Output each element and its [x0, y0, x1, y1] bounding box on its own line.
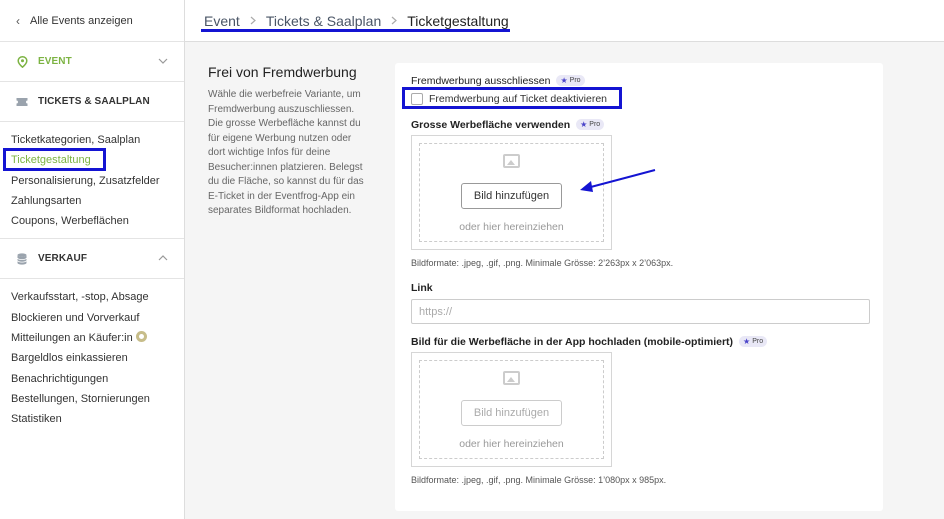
pro-badge-label: Pro [589, 121, 601, 128]
ticket-icon [16, 96, 28, 108]
database-icon [16, 253, 28, 265]
pro-badge-label: Pro [752, 338, 764, 345]
add-app-image-button[interactable]: Bild hinzufügen [460, 400, 563, 426]
add-image-button[interactable]: Bild hinzufügen [460, 183, 563, 209]
sidebar-item-bestellungen[interactable]: Bestellungen, Stornierungen [0, 389, 184, 409]
large-ad-label-text: Grosse Werbefläche verwenden [411, 119, 571, 131]
drop-hint: oder hier hereinziehen [459, 438, 564, 450]
app-ad-label-text: Bild für die Werbefläche in der App hoch… [411, 336, 734, 348]
annotation-highlight-checkbox [402, 87, 622, 109]
section-description: Wähle die werbefreie Variante, um Fremdw… [208, 89, 364, 216]
app-ad-formats-hint: Bildformate: .jpeg, .gif, .png. Minimale… [411, 475, 667, 485]
main-content: Frei von Fremdwerbung Wähle die werbefre… [185, 42, 944, 519]
star-icon: ★ [580, 120, 588, 129]
sidebar-item-blockieren[interactable]: Blockieren und Vorverkauf [0, 308, 184, 328]
sidebar-item-verkaufsstart[interactable]: Verkaufsstart, -stop, Absage [0, 287, 184, 307]
section-verkauf[interactable]: VERKAUF [0, 239, 184, 280]
sidebar-item-statistiken[interactable]: Statistiken [0, 409, 184, 429]
location-pin-icon [16, 55, 28, 68]
sidebar-item-personalisierung[interactable]: Personalisierung, Zusatzfelder [0, 171, 184, 191]
pro-badge-icon [135, 331, 147, 343]
chevron-right-icon [391, 14, 398, 28]
exclude-ads-label-text: Fremdwerbung ausschliessen [411, 75, 551, 87]
pro-badge: ★ Pro [576, 119, 605, 130]
sidebar-item-coupons[interactable]: Coupons, Werbeflächen [0, 211, 184, 231]
app-ad-dropzone[interactable]: Bild hinzufügen oder hier hereinziehen [411, 352, 612, 467]
chevron-down-icon [158, 56, 168, 67]
section-tickets[interactable]: TICKETS & SAALPLAN [0, 82, 184, 122]
back-link-label: Alle Events anzeigen [30, 14, 133, 27]
exclude-ads-label: Fremdwerbung ausschliessen ★ Pro [411, 75, 585, 87]
breadcrumb-tickets[interactable]: Tickets & Saalplan [266, 13, 381, 29]
pro-badge: ★ Pro [556, 75, 585, 86]
annotation-arrow-icon [580, 169, 656, 192]
large-ad-label: Grosse Werbefläche verwenden ★ Pro [411, 119, 605, 131]
settings-card: Fremdwerbung ausschliessen ★ Pro Fremdwerb… [395, 63, 883, 511]
image-icon [503, 371, 520, 385]
sidebar-item-benachrichtigungen[interactable]: Benachrichtigungen [0, 369, 184, 389]
image-icon [503, 154, 520, 168]
section-title: Frei von Fremdwerbung [208, 64, 357, 80]
section-event-label: EVENT [38, 56, 72, 67]
section-event[interactable]: EVENT [0, 42, 184, 82]
star-icon: ★ [743, 337, 751, 346]
chevron-up-icon [158, 253, 168, 264]
annotation-underline-breadcrumb [201, 29, 510, 32]
chevron-right-icon [250, 14, 256, 28]
sidebar-item-zahlungsarten[interactable]: Zahlungsarten [0, 191, 184, 211]
pro-badge-label: Pro [569, 77, 581, 84]
breadcrumb-event[interactable]: Event [204, 13, 240, 29]
star-icon: ★ [560, 76, 568, 85]
section-verkauf-label: VERKAUF [38, 253, 88, 265]
large-ad-formats-hint: Bildformate: .jpeg, .gif, .png. Minimale… [411, 258, 674, 268]
dropzone-inner: Bild hinzufügen oder hier hereinziehen [419, 360, 604, 459]
drop-hint: oder hier hereinziehen [459, 221, 564, 233]
tickets-subnav: Ticketkategorien, Saalplan Ticketgestalt… [0, 122, 184, 240]
link-input[interactable] [411, 299, 870, 324]
sidebar-item-mitteilungen[interactable]: Mitteilungen an Käufer:in [0, 328, 184, 348]
link-label: Link [411, 282, 433, 294]
annotation-highlight-ticketgestaltung [3, 148, 106, 171]
sidebar-item-mitteilungen-label: Mitteilungen an Käufer:in [11, 332, 133, 345]
breadcrumb-current: Ticketgestaltung [407, 12, 509, 29]
chevron-left-icon: ‹ [16, 13, 20, 28]
sidebar-item-bargeldlos[interactable]: Bargeldlos einkassieren [0, 348, 184, 368]
verkauf-subnav: Verkaufsstart, -stop, Absage Blockieren … [0, 279, 184, 436]
back-link[interactable]: ‹ Alle Events anzeigen [0, 0, 184, 42]
section-tickets-label: TICKETS & SAALPLAN [38, 96, 150, 107]
sidebar: ‹ Alle Events anzeigen EVENT TICKETS & S… [0, 0, 185, 519]
pro-badge: ★ Pro [739, 336, 768, 347]
breadcrumb: Event Tickets & Saalplan Ticketgestaltun… [185, 0, 944, 42]
app-ad-label: Bild für die Werbefläche in der App hoch… [411, 336, 768, 348]
